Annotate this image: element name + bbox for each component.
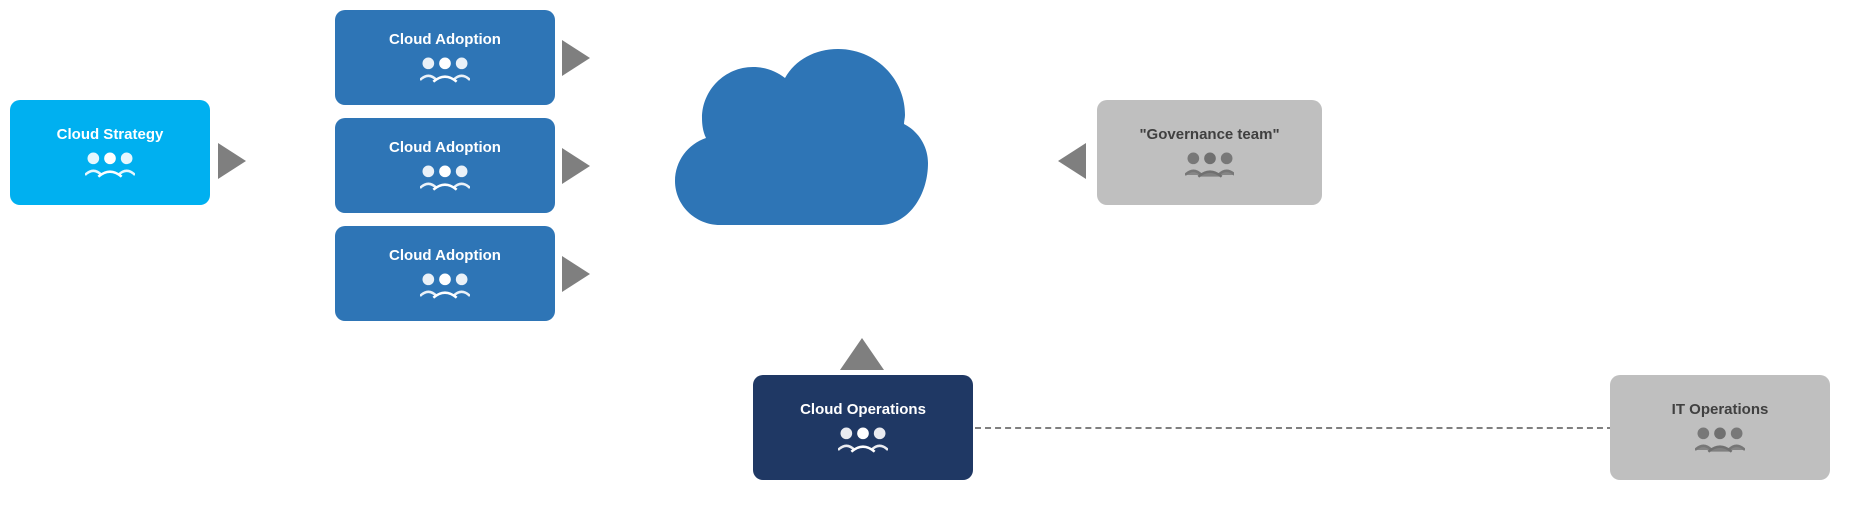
arrow-adoption1-to-cloud — [562, 40, 590, 76]
governance-team-box: "Governance team" — [1097, 100, 1322, 205]
arrow-governance-from-cloud — [1058, 143, 1086, 179]
diagram-canvas: Cloud Strategy Cloud Adoption — [0, 0, 1855, 521]
cloud-adoption-box-3: Cloud Adoption — [335, 226, 555, 321]
cloud-strategy-box: Cloud Strategy — [10, 100, 210, 205]
cloud-shape — [640, 30, 940, 290]
it-operations-icon — [1695, 425, 1745, 455]
cloud-adoption-2-label: Cloud Adoption — [389, 139, 501, 157]
cloud-adoption-3-label: Cloud Adoption — [389, 247, 501, 265]
cloud-adoption-2-icon — [420, 163, 470, 193]
dashed-line-ops — [975, 427, 1613, 429]
cloud-operations-box: Cloud Operations — [753, 375, 973, 480]
cloud-adoption-3-icon — [420, 271, 470, 301]
cloud-adoption-box-1: Cloud Adoption — [335, 10, 555, 105]
arrow-adoption2-to-cloud — [562, 148, 590, 184]
governance-team-label: "Governance team" — [1139, 126, 1279, 144]
cloud-adoption-1-label: Cloud Adoption — [389, 31, 501, 49]
cloud-adoption-box-2: Cloud Adoption — [335, 118, 555, 213]
arrow-adoption3-to-cloud — [562, 256, 590, 292]
cloud-strategy-label: Cloud Strategy — [57, 126, 164, 144]
it-operations-box: IT Operations — [1610, 375, 1830, 480]
cloud-adoption-1-icon — [420, 55, 470, 85]
governance-team-icon — [1185, 150, 1235, 180]
arrow-operations-to-cloud — [840, 338, 884, 370]
cloud-operations-icon — [838, 425, 888, 455]
cloud-operations-label: Cloud Operations — [800, 401, 926, 419]
it-operations-label: IT Operations — [1672, 401, 1769, 419]
cloud-strategy-icon — [85, 150, 135, 180]
arrow-strategy-to-adoption — [218, 143, 246, 179]
